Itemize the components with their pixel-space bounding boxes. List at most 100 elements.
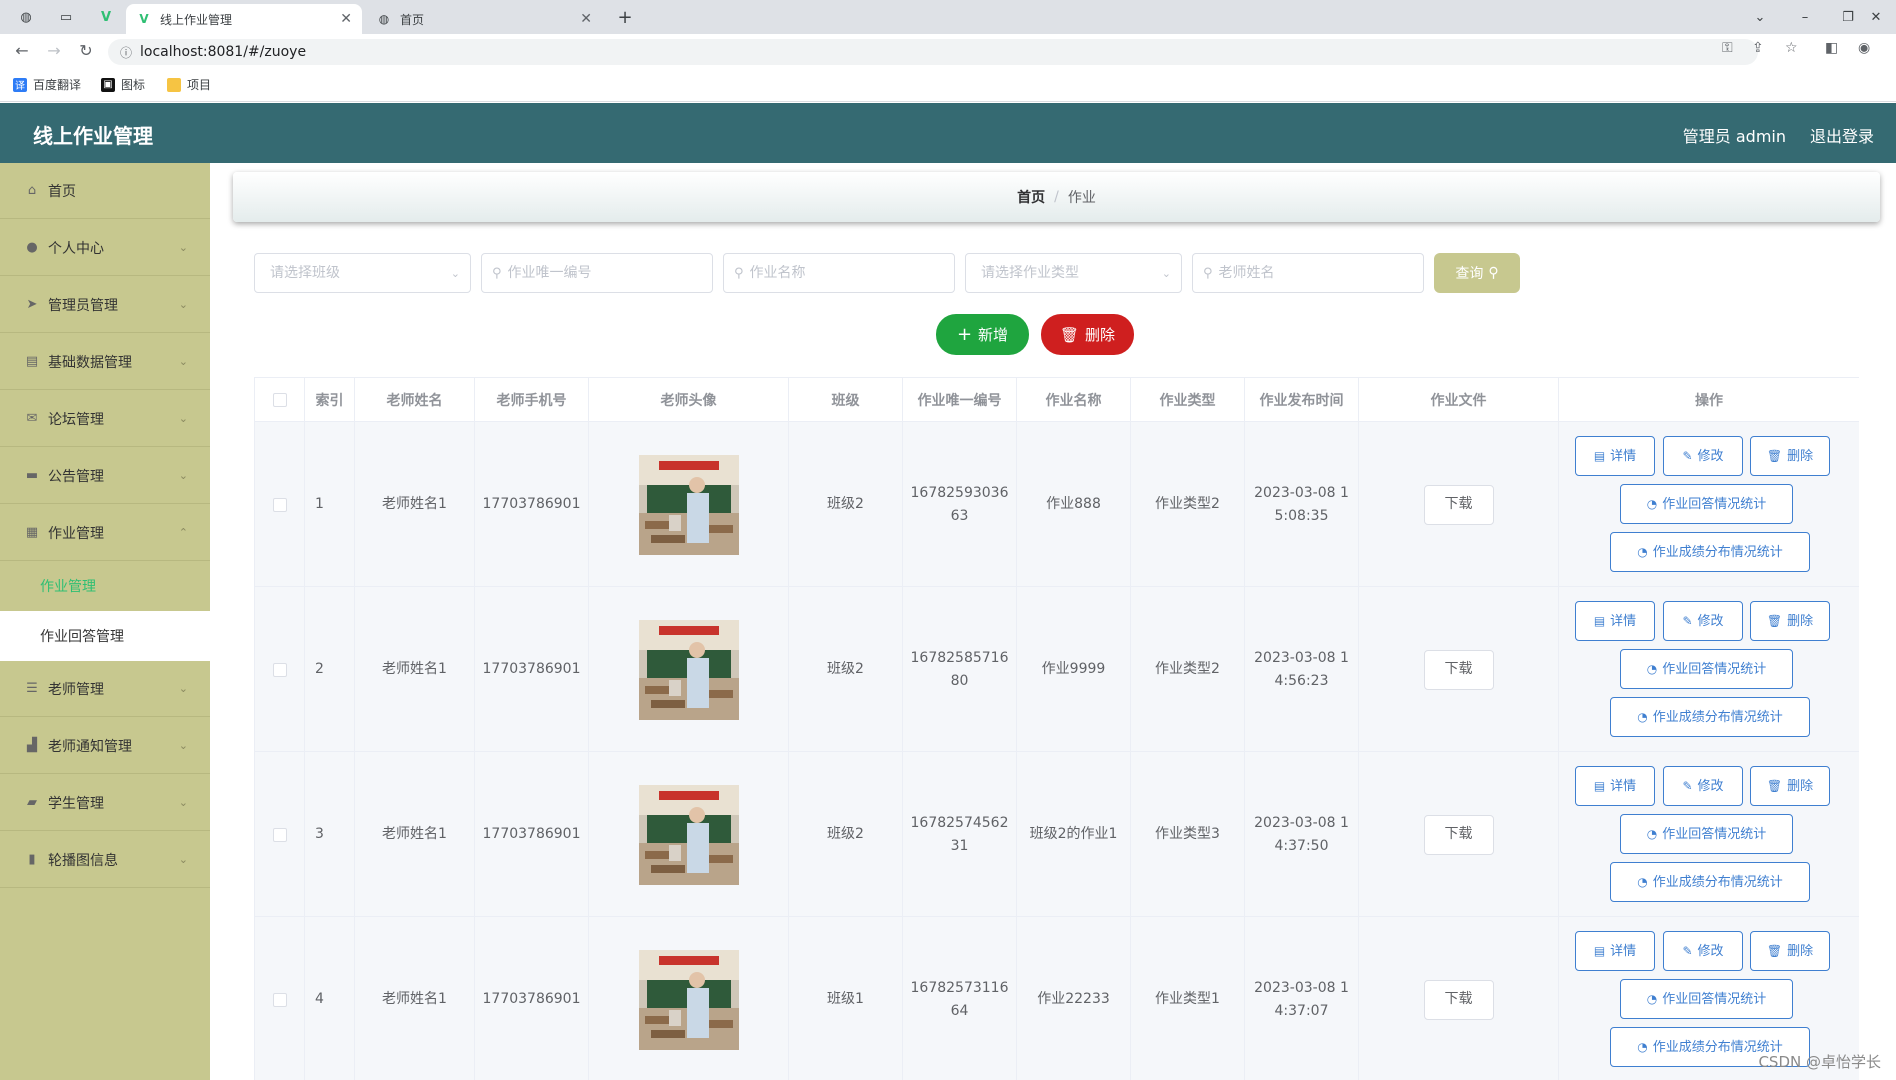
download-button[interactable]: 下载 bbox=[1423, 814, 1494, 855]
avatar[interactable] bbox=[638, 784, 739, 885]
answer-stats-button[interactable]: ◔ 作业回答情况统计 bbox=[1620, 649, 1793, 689]
sidebar-item-basic-data[interactable]: ▤ 基础数据管理 ⌄ bbox=[0, 334, 210, 390]
back-icon[interactable]: ← bbox=[12, 41, 32, 61]
chevron-down-icon: ⌄ bbox=[178, 298, 188, 311]
teacher-name-cell: 老师姓名1 bbox=[355, 422, 475, 587]
sidebar-item-teachers[interactable]: ☰ 老师管理 ⌄ bbox=[0, 661, 210, 717]
homework-name-cell: 作业888 bbox=[1017, 422, 1131, 587]
key-icon[interactable]: ⚿ bbox=[1722, 40, 1733, 56]
edit-button[interactable]: ✎ 修改 bbox=[1663, 436, 1743, 476]
homework-name-field[interactable] bbox=[749, 265, 954, 281]
delete-button[interactable]: 🗑 删除 bbox=[1750, 931, 1830, 971]
delete-button[interactable]: 🗑 删除 bbox=[1750, 601, 1830, 641]
sidebar-item-home[interactable]: ⌂ 首页 bbox=[0, 163, 210, 219]
column-header: 操作 bbox=[1559, 378, 1859, 422]
download-button[interactable]: 下载 bbox=[1423, 484, 1494, 525]
avatar[interactable] bbox=[638, 619, 739, 720]
sidebar-item-carousel[interactable]: ▮ 轮播图信息 ⌄ bbox=[0, 832, 210, 888]
answer-stats-button[interactable]: ◔ 作业回答情况统计 bbox=[1620, 814, 1793, 854]
download-button[interactable]: 下载 bbox=[1423, 649, 1494, 690]
row-checkbox[interactable] bbox=[272, 992, 287, 1007]
sidebar-item-notice[interactable]: ▬ 公告管理 ⌄ bbox=[0, 448, 210, 504]
detail-button[interactable]: ▤ 详情 bbox=[1575, 766, 1655, 806]
logout-button[interactable]: 退出登录 bbox=[1810, 123, 1874, 147]
avatar[interactable] bbox=[638, 454, 739, 555]
sidebar-item-admins[interactable]: ➤ 管理员管理 ⌄ bbox=[0, 277, 210, 333]
detail-button[interactable]: ▤ 详情 bbox=[1575, 436, 1655, 476]
close-window-icon[interactable]: ✕ bbox=[1866, 7, 1886, 27]
homework-name-input[interactable]: ⚲ bbox=[723, 253, 955, 293]
tab-home[interactable]: ◍ 首页 ✕ bbox=[366, 4, 602, 34]
restore-icon[interactable]: ❐ bbox=[1838, 7, 1858, 27]
forward-icon[interactable]: → bbox=[44, 41, 64, 61]
answer-stats-label: 作业回答情况统计 bbox=[1662, 826, 1767, 842]
query-button[interactable]: 查询 ⚲ bbox=[1434, 253, 1520, 293]
delete-button[interactable]: 🗑 删除 bbox=[1750, 766, 1830, 806]
bookmark-project[interactable]: 项目 bbox=[167, 76, 211, 93]
sidebar-item-teacher-notice[interactable]: ▟ 老师通知管理 ⌄ bbox=[0, 718, 210, 774]
edit-button[interactable]: ✎ 修改 bbox=[1663, 931, 1743, 971]
url-field[interactable]: ⓘ localhost:8081/#/zuoye bbox=[108, 39, 1758, 65]
sidebar-subitem-homework[interactable]: 作业管理 bbox=[0, 561, 210, 611]
teacher-name-field[interactable] bbox=[1218, 265, 1423, 281]
teacher-name-input[interactable]: ⚲ bbox=[1192, 253, 1424, 293]
reload-icon[interactable]: ↻ bbox=[76, 41, 96, 61]
bookmark-icons[interactable]: ▣ 图标 bbox=[101, 76, 145, 93]
table-row: 3 老师姓名1 17703786901 班级2 16782574562 31 班… bbox=[255, 752, 1859, 917]
sidebar-item-forum[interactable]: ✉ 论坛管理 ⌄ bbox=[0, 391, 210, 447]
new-tab-button[interactable]: + bbox=[615, 7, 635, 28]
answer-stats-button[interactable]: ◔ 作业回答情况统计 bbox=[1620, 484, 1793, 524]
vue-icon[interactable]: V bbox=[96, 7, 116, 27]
bookmark-baidu-translate[interactable]: 译 百度翻译 bbox=[13, 76, 81, 93]
homework-id-line: 16782593036 bbox=[910, 484, 1009, 501]
score-stats-button[interactable]: ◔ 作业成绩分布情况统计 bbox=[1610, 862, 1810, 902]
homework-id-field[interactable] bbox=[507, 265, 712, 281]
sidebar-item-profile[interactable]: ● 个人中心 ⌄ bbox=[0, 220, 210, 276]
class-select-input[interactable] bbox=[255, 265, 451, 281]
homework-type-cell: 作业类型2 bbox=[1131, 587, 1245, 752]
detail-button[interactable]: ▤ 详情 bbox=[1575, 931, 1655, 971]
score-stats-button[interactable]: ◔ 作业成绩分布情况统计 bbox=[1610, 697, 1810, 737]
row-checkbox[interactable] bbox=[272, 497, 287, 512]
row-checkbox[interactable] bbox=[272, 827, 287, 842]
class-select[interactable]: ⌄ bbox=[254, 253, 471, 293]
window-icon[interactable]: ▭ bbox=[56, 7, 76, 27]
delete-button[interactable]: 🗑 删除 bbox=[1750, 436, 1830, 476]
edit-button[interactable]: ✎ 修改 bbox=[1663, 601, 1743, 641]
download-button[interactable]: 下载 bbox=[1423, 979, 1494, 1020]
score-stats-button[interactable]: ◔ 作业成绩分布情况统计 bbox=[1610, 532, 1810, 572]
share-icon[interactable]: ⇪ bbox=[1752, 40, 1764, 56]
select-all-checkbox[interactable] bbox=[272, 392, 287, 407]
tab-active[interactable]: V 线上作业管理 ✕ bbox=[126, 4, 362, 34]
homework-id-input[interactable]: ⚲ bbox=[481, 253, 713, 293]
homework-type-select-input[interactable] bbox=[966, 265, 1162, 281]
profile-icon[interactable]: ◉ bbox=[1858, 40, 1870, 56]
star-icon[interactable]: ☆ bbox=[1785, 40, 1798, 56]
detail-button[interactable]: ▤ 详情 bbox=[1575, 601, 1655, 641]
row-checkbox[interactable] bbox=[272, 662, 287, 677]
homework-type-select[interactable]: ⌄ bbox=[965, 253, 1182, 293]
breadcrumb-current: 作业 bbox=[1067, 190, 1096, 206]
chevron-down-icon[interactable]: ⌄ bbox=[1750, 7, 1770, 27]
teacher-phone-cell: 17703786901 bbox=[475, 587, 589, 752]
detail-label: 详情 bbox=[1610, 778, 1637, 794]
close-icon[interactable]: ✕ bbox=[340, 11, 352, 27]
close-icon[interactable]: ✕ bbox=[580, 11, 592, 27]
breadcrumb: 首页 / 作业 bbox=[233, 172, 1880, 222]
breadcrumb-home[interactable]: 首页 bbox=[1017, 187, 1045, 207]
add-button[interactable]: + 新增 bbox=[936, 314, 1029, 355]
avatar[interactable] bbox=[638, 949, 739, 1050]
globe-icon[interactable]: ◍ bbox=[16, 7, 36, 27]
batch-delete-button[interactable]: 🗑 删除 bbox=[1041, 314, 1134, 355]
sidebar-item-homework[interactable]: ▦ 作业管理 ⌃ bbox=[0, 505, 210, 561]
answer-stats-button[interactable]: ◔ 作业回答情况统计 bbox=[1620, 979, 1793, 1019]
sidebar-item-students[interactable]: ▰ 学生管理 ⌄ bbox=[0, 775, 210, 831]
sidebar-subitem-homework-answers[interactable]: 作业回答管理 bbox=[0, 611, 210, 661]
edit-button[interactable]: ✎ 修改 bbox=[1663, 766, 1743, 806]
column-header: 作业唯一编号 bbox=[903, 378, 1017, 422]
homework-id-line: 64 bbox=[950, 1002, 969, 1019]
minimize-icon[interactable]: – bbox=[1795, 7, 1815, 27]
teacher-phone-cell: 17703786901 bbox=[475, 917, 589, 1080]
sidepanel-icon[interactable]: ◧ bbox=[1825, 40, 1838, 56]
info-icon[interactable]: ⓘ bbox=[120, 44, 132, 61]
